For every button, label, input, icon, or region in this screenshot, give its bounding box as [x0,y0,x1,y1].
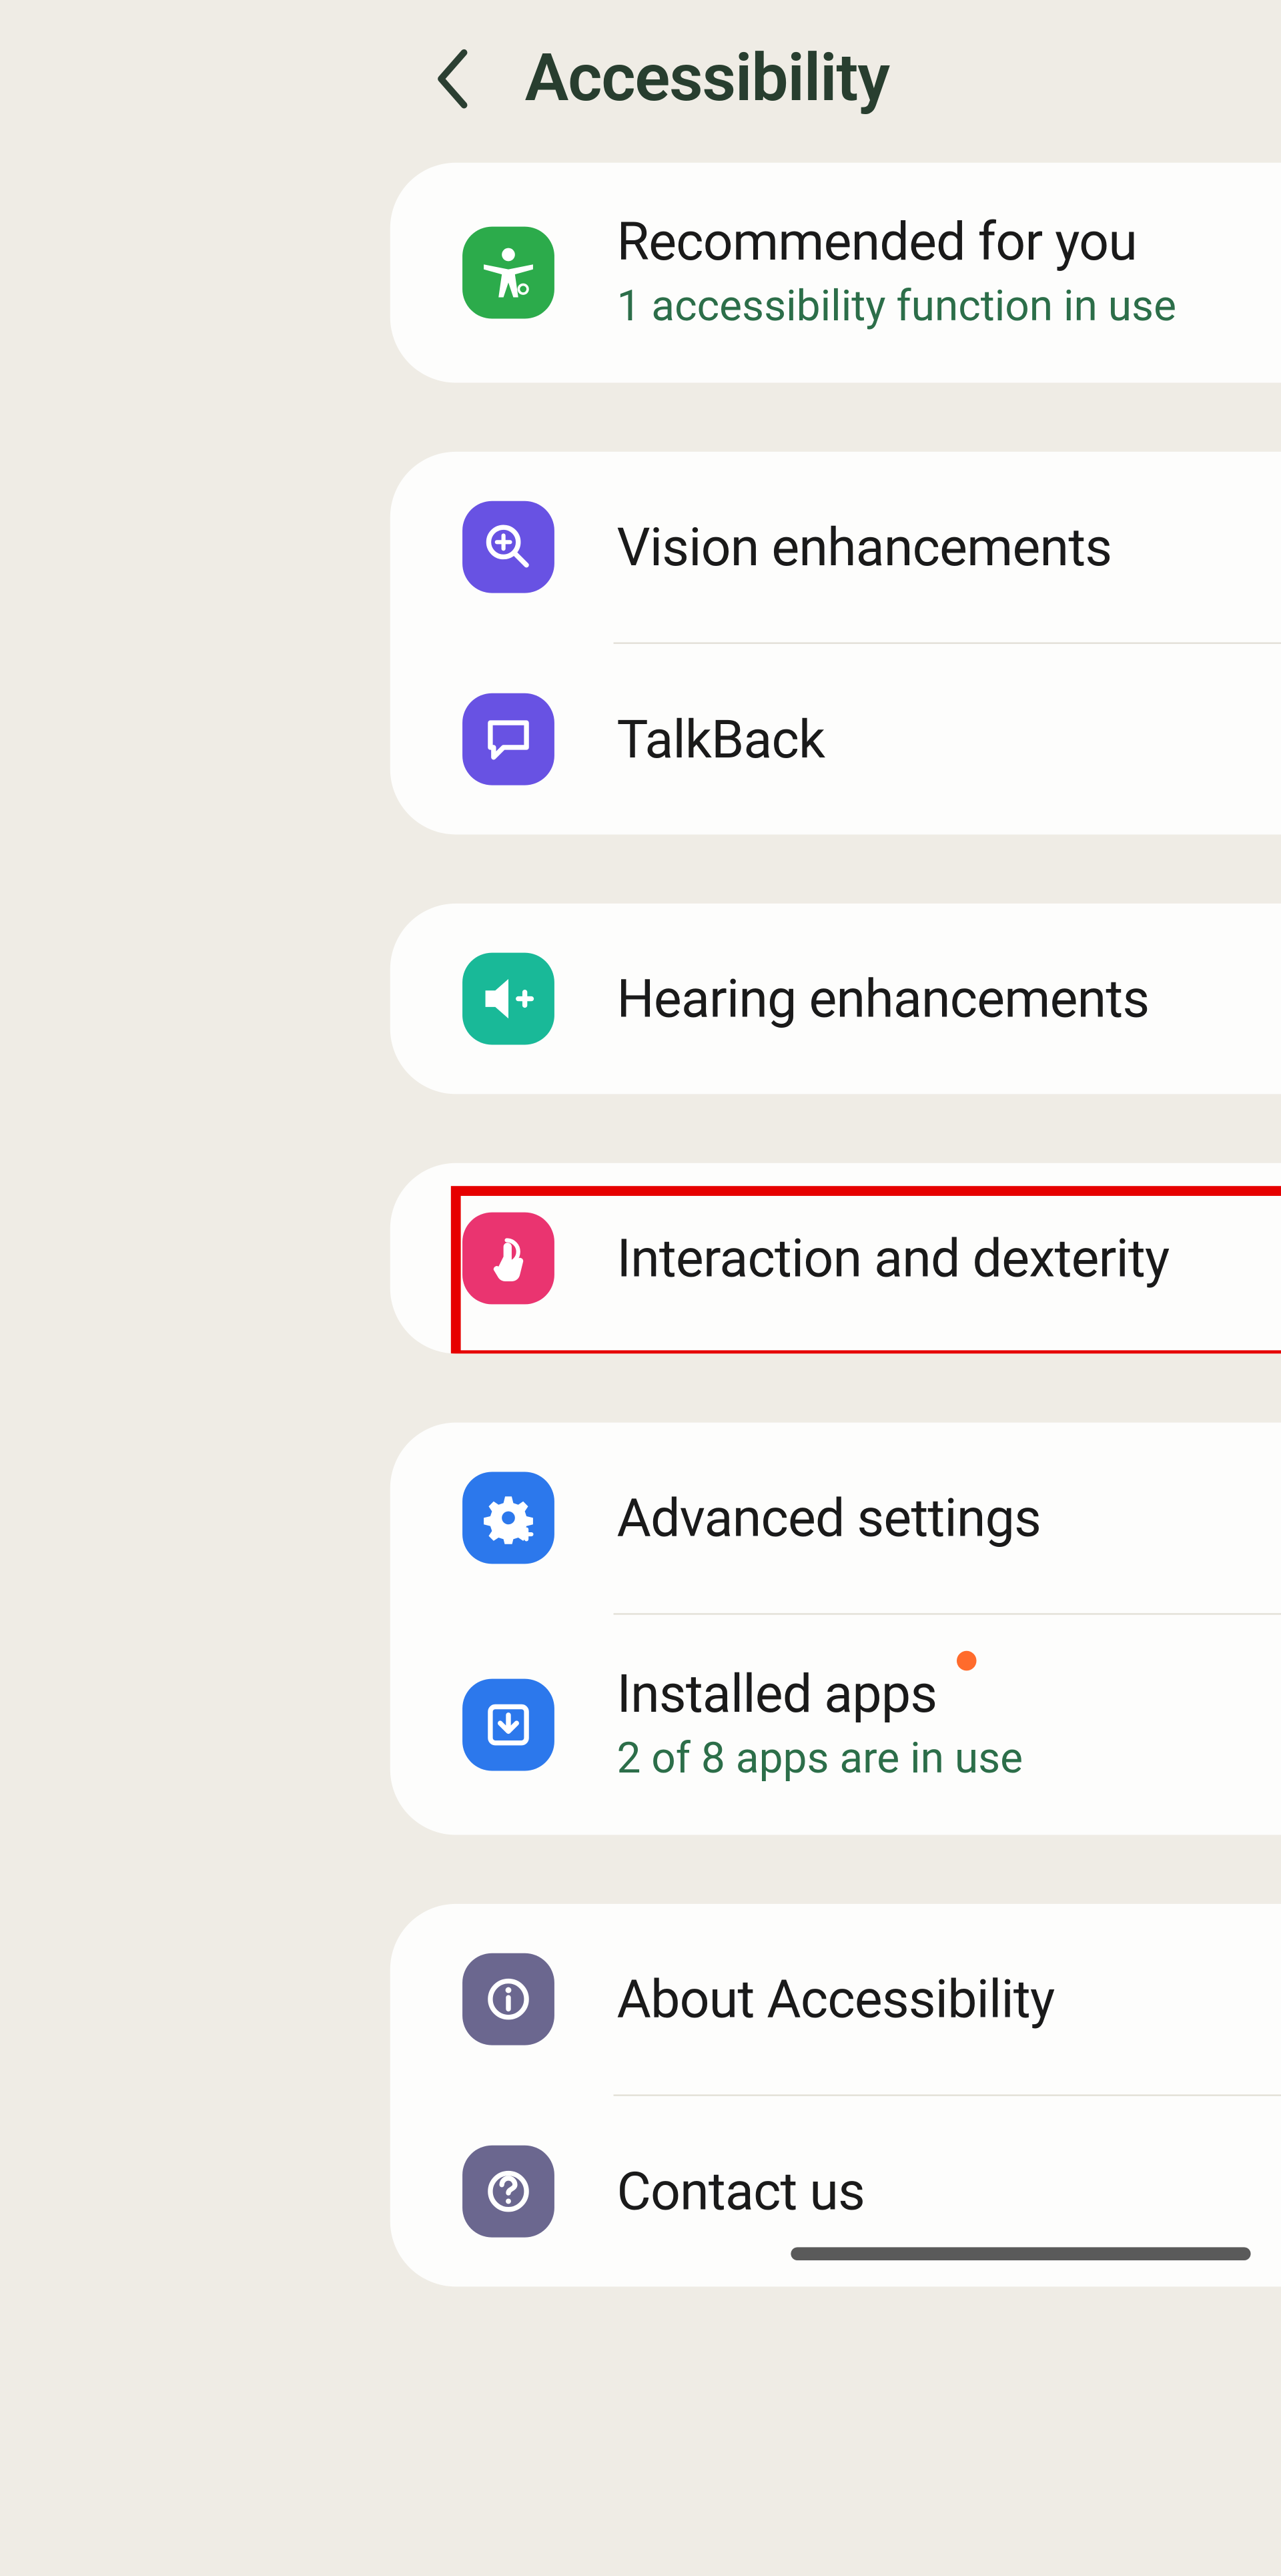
app-header: Accessibility [380,0,1281,163]
card-about: About Accessibility Contact us [390,1903,1281,2286]
item-text: About Accessibility [616,1965,1281,2031]
card-hearing: Hearing enhancements [390,903,1281,1094]
item-title: Contact us [616,2158,1281,2223]
info-icon [462,1953,554,2045]
card-interaction: Interaction and dexterity [390,1163,1281,1353]
item-title: TalkBack [616,706,1281,771]
volume-plus-icon [462,952,554,1044]
item-text: Recommended for you 1 accessibility func… [616,209,1281,336]
item-text: Interaction and dexterity [616,1225,1281,1291]
back-button[interactable] [420,45,485,111]
notification-dot-icon [957,1650,977,1670]
item-text: Contact us [616,2158,1281,2223]
card-vision: Vision enhancements TalkBack [390,451,1281,834]
item-title-text: Installed apps [616,1662,937,1725]
item-text: TalkBack [616,706,1281,771]
item-recommended[interactable]: Recommended for you 1 accessibility func… [390,163,1281,382]
item-title: Hearing enhancements [616,966,1281,1031]
item-subtitle: 2 of 8 apps are in use [616,1732,1281,1788]
card-recommended: Recommended for you 1 accessibility func… [390,163,1281,382]
item-subtitle: 1 accessibility function in use [616,281,1281,336]
item-text: Vision enhancements [616,514,1281,579]
accessibility-icon [462,226,554,318]
magnify-plus-icon [462,501,554,593]
item-text: Installed apps 2 of 8 apps are in use [616,1660,1281,1788]
chevron-left-icon [431,45,474,111]
item-title: Installed apps [616,1660,937,1726]
item-title: Vision enhancements [616,514,1281,579]
item-title: Interaction and dexterity [616,1225,1281,1291]
item-text: Advanced settings [616,1485,1281,1550]
item-title: Recommended for you [616,209,1281,274]
item-title: Advanced settings [616,1485,1281,1550]
page-title: Accessibility [525,39,1281,117]
help-icon [462,2145,554,2237]
touch-icon [462,1212,554,1304]
item-hearing-enhancements[interactable]: Hearing enhancements [390,903,1281,1094]
card-advanced: Advanced settings Installed apps 2 of 8 … [390,1422,1281,1834]
item-title: About Accessibility [616,1965,1281,2031]
item-vision-enhancements[interactable]: Vision enhancements [390,451,1281,642]
item-advanced-settings[interactable]: Advanced settings [390,1422,1281,1613]
navigation-handle[interactable] [791,2246,1250,2260]
chat-icon [462,693,554,785]
item-text: Hearing enhancements [616,966,1281,1031]
download-icon [462,1678,554,1770]
item-about-accessibility[interactable]: About Accessibility [390,1903,1281,2094]
item-installed-apps[interactable]: Installed apps 2 of 8 apps are in use [390,1614,1281,1834]
item-talkback[interactable]: TalkBack [390,643,1281,834]
item-interaction-dexterity[interactable]: Interaction and dexterity [390,1163,1281,1353]
gear-plus-icon [462,1472,554,1564]
